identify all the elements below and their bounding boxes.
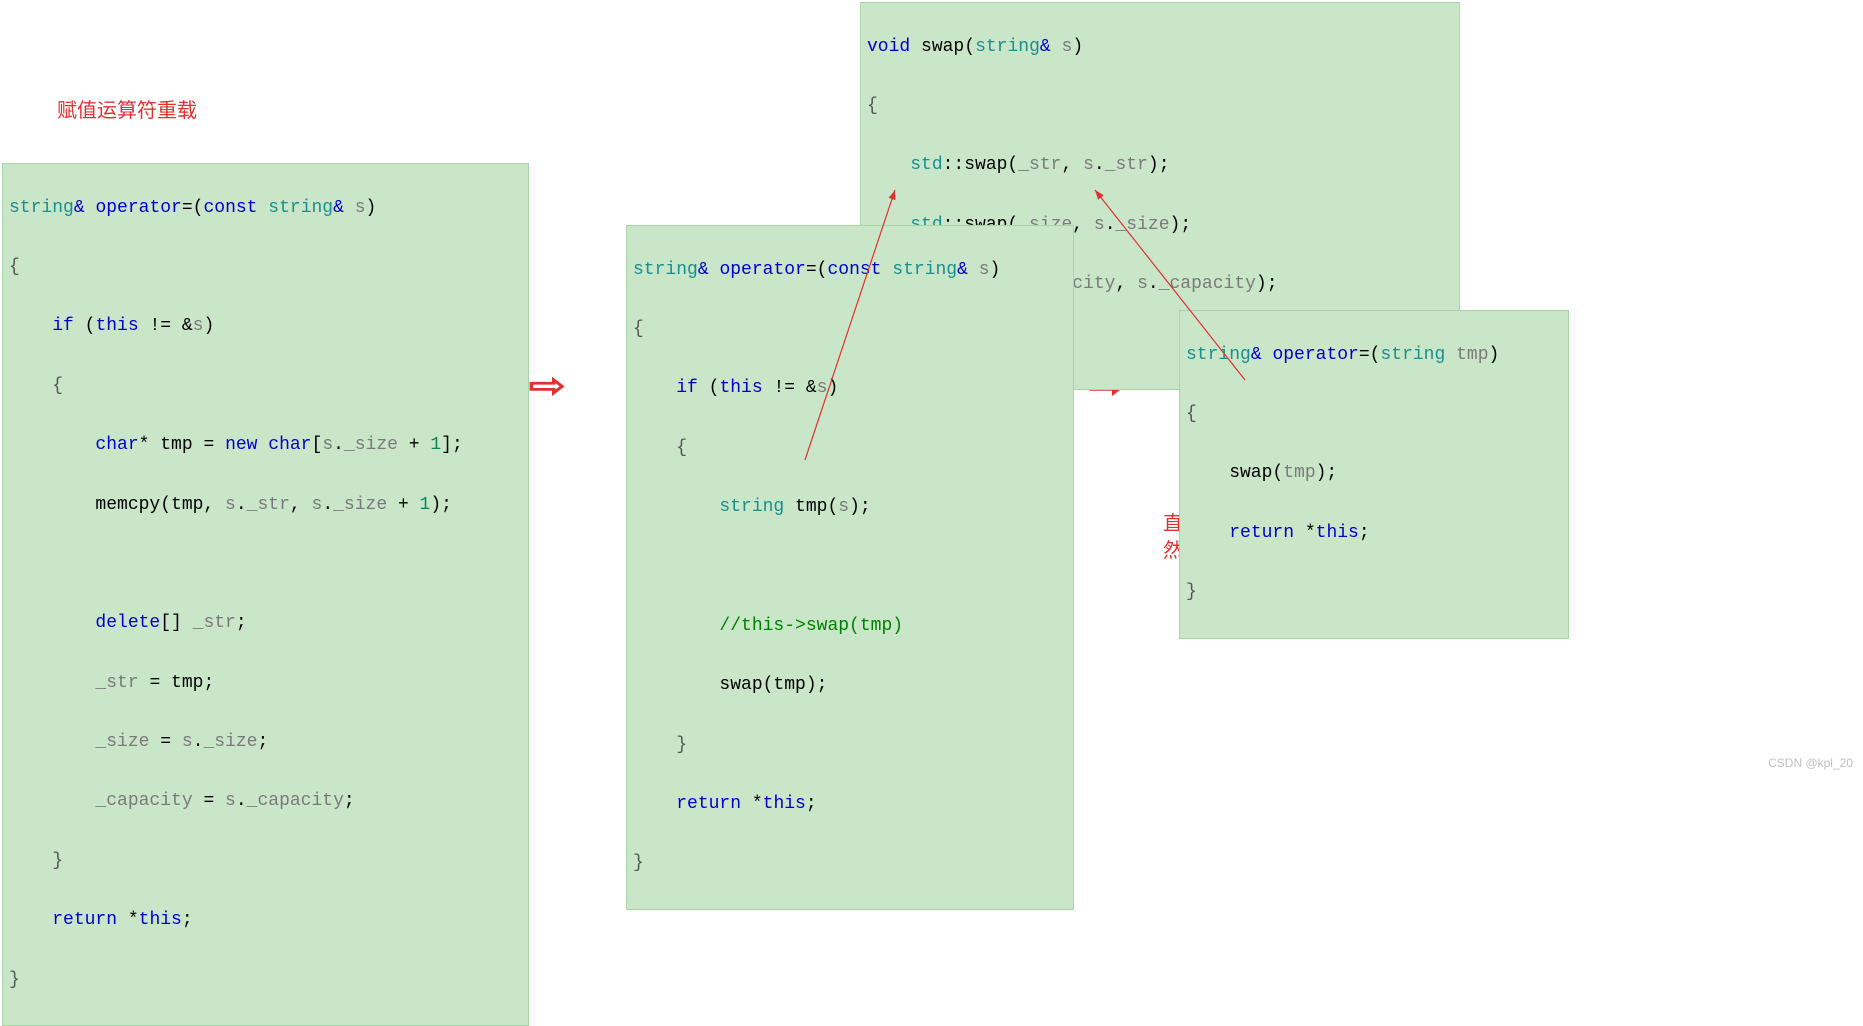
code-line: _capacity = s._capacity; bbox=[3, 787, 520, 817]
code-line: return *this; bbox=[1180, 519, 1560, 549]
code-line: _size = s._size; bbox=[3, 728, 520, 758]
code-line: swap(tmp); bbox=[627, 671, 1065, 701]
code-box-copy-swap: string& operator=(const string& s) { if … bbox=[626, 225, 1074, 910]
code-box-traditional: string& operator=(const string& s) { if … bbox=[2, 163, 529, 1026]
code-line: memcpy(tmp, s._str, s._size + 1); bbox=[3, 491, 520, 521]
code-line: std::swap(_str, s._str); bbox=[861, 151, 1451, 181]
arrow-right-1: ⇨ bbox=[529, 358, 566, 414]
code-line: char* tmp = new char[s._size + 1]; bbox=[3, 431, 520, 461]
code-line: return *this; bbox=[3, 906, 520, 936]
code-line: { bbox=[861, 92, 1451, 122]
code-line: //this->swap(tmp) bbox=[627, 612, 1065, 642]
code-line: } bbox=[3, 966, 520, 996]
code-line: if (this != &s) bbox=[3, 312, 520, 342]
code-line: return *this; bbox=[627, 790, 1065, 820]
code-line: { bbox=[3, 372, 520, 402]
code-line: { bbox=[627, 434, 1065, 464]
code-line: } bbox=[627, 849, 1065, 879]
code-line: { bbox=[3, 253, 520, 283]
watermark: CSDN @kpl_20 bbox=[1768, 754, 1853, 774]
code-line: string& operator=(const string& s) bbox=[627, 256, 1065, 286]
code-line bbox=[3, 550, 520, 580]
code-line: if (this != &s) bbox=[627, 374, 1065, 404]
code-line: } bbox=[627, 731, 1065, 761]
code-line: string& operator=(string tmp) bbox=[1180, 341, 1560, 371]
label-assignment-overload: 赋值运算符重载 bbox=[57, 95, 197, 128]
code-line: _str = tmp; bbox=[3, 669, 520, 699]
code-box-modern: string& operator=(string tmp) { swap(tmp… bbox=[1179, 310, 1569, 639]
code-line: { bbox=[627, 315, 1065, 345]
code-line bbox=[627, 553, 1065, 583]
code-line: string& operator=(const string& s) bbox=[3, 194, 520, 224]
code-line: delete[] _str; bbox=[3, 609, 520, 639]
code-line: void swap(string& s) bbox=[861, 33, 1451, 63]
code-line: swap(tmp); bbox=[1180, 459, 1560, 489]
code-line: { bbox=[1180, 400, 1560, 430]
code-line: string tmp(s); bbox=[627, 493, 1065, 523]
code-line: } bbox=[3, 847, 520, 877]
code-line: } bbox=[1180, 578, 1560, 608]
